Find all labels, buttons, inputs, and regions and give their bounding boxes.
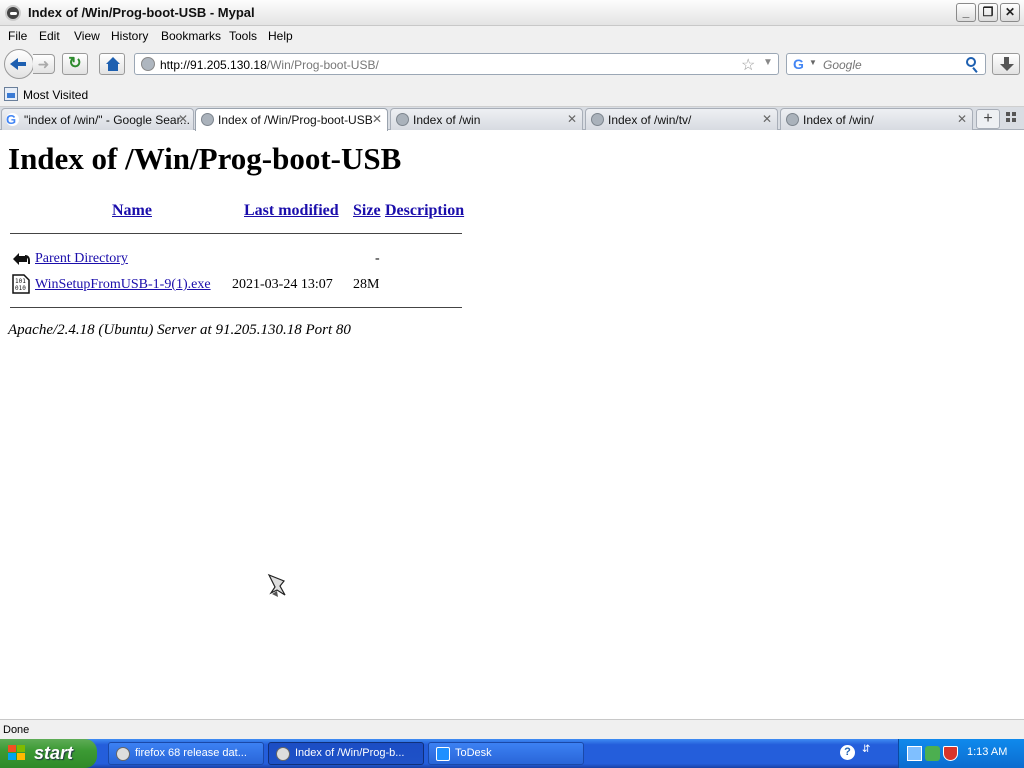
- binary-file-icon: 101 010: [12, 274, 30, 294]
- search-bar[interactable]: G ▼: [786, 53, 986, 75]
- tab-title: "index of /win/" - Google Sear...: [24, 113, 190, 127]
- svg-text:101: 101: [15, 278, 26, 285]
- column-last-modified-header[interactable]: Last modified: [244, 202, 339, 220]
- taskbar-item-firefox[interactable]: firefox 68 release dat...: [108, 742, 264, 765]
- tab-title: Index of /Win/Prog-boot-USB: [218, 113, 373, 127]
- taskbar-item-label: Index of /Win/Prog-b...: [295, 747, 405, 759]
- close-window-button[interactable]: ✕: [1000, 3, 1020, 22]
- globe-icon: [591, 113, 604, 126]
- start-label: start: [34, 743, 74, 763]
- start-button[interactable]: start: [0, 739, 97, 768]
- restore-button[interactable]: ❐: [978, 3, 998, 22]
- clock[interactable]: 1:13 AM: [967, 746, 1007, 758]
- menu-tools[interactable]: Tools: [229, 29, 257, 43]
- bookmark-star-icon[interactable]: ☆: [741, 55, 755, 75]
- taskbar-item-index[interactable]: Index of /Win/Prog-b...: [268, 742, 424, 765]
- tab-index-win[interactable]: Index of /win ✕: [390, 108, 583, 130]
- home-button[interactable]: [99, 53, 125, 75]
- page-title: Index of /Win/Prog-boot-USB: [8, 141, 402, 176]
- tab-title: Index of /win: [413, 113, 481, 127]
- column-description-header[interactable]: Description: [385, 202, 464, 220]
- new-tab-button[interactable]: +: [976, 109, 1000, 129]
- menu-bar: File Edit View History Bookmarks Tools H…: [0, 26, 1024, 46]
- tab-bar: G "index of /win/" - Google Sear... ✕ In…: [0, 107, 1024, 131]
- home-icon: [106, 57, 120, 64]
- tab-title: Index of /win/tv/: [608, 113, 692, 127]
- tab-prog-boot-usb[interactable]: Index of /Win/Prog-boot-USB ✕: [195, 108, 388, 131]
- security-shield-icon[interactable]: [943, 746, 958, 761]
- search-icon[interactable]: [966, 57, 976, 67]
- google-icon: G: [6, 113, 19, 126]
- search-input[interactable]: [823, 58, 963, 72]
- tab-index-win-slash[interactable]: Index of /win/ ✕: [780, 108, 973, 130]
- file-link[interactable]: WinSetupFromUSB-1-9(1).exe: [35, 277, 211, 293]
- language-bar: ? ⇵: [836, 742, 896, 765]
- menu-history[interactable]: History: [111, 29, 148, 43]
- google-icon[interactable]: G: [793, 56, 804, 72]
- taskbar-item-todesk[interactable]: ToDesk: [428, 742, 584, 765]
- help-icon[interactable]: ?: [840, 745, 855, 760]
- url-text[interactable]: http://91.205.130.18/Win/Prog-boot-USB/: [160, 58, 379, 72]
- taskbar-item-label: ToDesk: [455, 747, 492, 759]
- menu-help[interactable]: Help: [268, 29, 293, 43]
- svg-text:010: 010: [15, 285, 26, 292]
- tab-title: Index of /win/: [803, 113, 874, 127]
- status-text: Done: [3, 724, 30, 736]
- mypal-app-icon[interactable]: [5, 5, 21, 21]
- tab-close-icon[interactable]: ✕: [957, 112, 967, 126]
- tab-index-win-tv[interactable]: Index of /win/tv/ ✕: [585, 108, 778, 130]
- status-bar: Done: [0, 719, 1024, 739]
- back-arrow-icon: [13, 253, 30, 265]
- search-engine-dropdown-icon[interactable]: ▼: [809, 58, 817, 67]
- column-name-header[interactable]: Name: [112, 202, 152, 220]
- page-content: Index of /Win/Prog-boot-USB Name Last mo…: [0, 131, 1024, 719]
- row-size: -: [375, 251, 380, 266]
- forward-button[interactable]: ➜: [33, 54, 55, 74]
- tab-close-icon[interactable]: ✕: [372, 112, 382, 126]
- minimize-button[interactable]: _: [956, 3, 976, 22]
- todesk-icon: [436, 747, 450, 761]
- address-bar[interactable]: http://91.205.130.18/Win/Prog-boot-USB/ …: [134, 53, 779, 75]
- menu-edit[interactable]: Edit: [39, 29, 60, 43]
- parent-directory-link[interactable]: Parent Directory: [35, 251, 128, 267]
- row-size: 28M: [353, 277, 380, 292]
- input-method-icon[interactable]: ⇵: [862, 744, 876, 760]
- row-last-modified: 2021-03-24 13:07: [232, 277, 333, 292]
- menu-view[interactable]: View: [74, 29, 100, 43]
- server-signature: Apache/2.4.18 (Ubuntu) Server at 91.205.…: [8, 322, 351, 338]
- table-divider: [10, 307, 462, 308]
- mypal-app-icon: [276, 747, 290, 761]
- navigation-toolbar: ➜ ↻ http://91.205.130.18/Win/Prog-boot-U…: [0, 46, 1024, 82]
- most-visited-icon: [4, 87, 18, 101]
- globe-icon: [396, 113, 409, 126]
- tab-google-search[interactable]: G "index of /win/" - Google Sear... ✕: [1, 108, 194, 130]
- most-visited-bookmark[interactable]: Most Visited: [23, 88, 88, 102]
- menu-bookmarks[interactable]: Bookmarks: [161, 29, 221, 43]
- back-button[interactable]: [4, 49, 34, 79]
- tab-close-icon[interactable]: ✕: [762, 112, 772, 126]
- window-title: Index of /Win/Prog-boot-USB - Mypal: [28, 5, 255, 20]
- taskbar-item-label: firefox 68 release dat...: [135, 747, 247, 759]
- tab-list-icon[interactable]: [1006, 112, 1020, 126]
- menu-file[interactable]: File: [8, 29, 27, 43]
- tray-app-icon[interactable]: [925, 746, 940, 761]
- downloads-button[interactable]: [992, 53, 1020, 75]
- globe-icon: [141, 57, 155, 71]
- network-icon[interactable]: [907, 746, 922, 761]
- column-size-header[interactable]: Size: [353, 202, 381, 220]
- mypal-app-icon: [116, 747, 130, 761]
- url-dropdown-icon[interactable]: ▼: [763, 57, 773, 68]
- reload-button[interactable]: ↻: [62, 53, 88, 75]
- tab-close-icon[interactable]: ✕: [178, 112, 188, 126]
- tab-close-icon[interactable]: ✕: [567, 112, 577, 126]
- windows-logo-icon: [8, 745, 26, 762]
- windows-taskbar: start firefox 68 release dat... Index of…: [0, 739, 1024, 768]
- system-tray: 1:13 AM: [898, 739, 1024, 768]
- bookmarks-toolbar: Most Visited: [0, 82, 1024, 107]
- title-bar: Index of /Win/Prog-boot-USB - Mypal _ ❐ …: [0, 0, 1024, 26]
- globe-icon: [786, 113, 799, 126]
- busy-cursor-icon: [267, 573, 286, 597]
- table-divider: [10, 233, 462, 234]
- globe-icon: [201, 113, 214, 126]
